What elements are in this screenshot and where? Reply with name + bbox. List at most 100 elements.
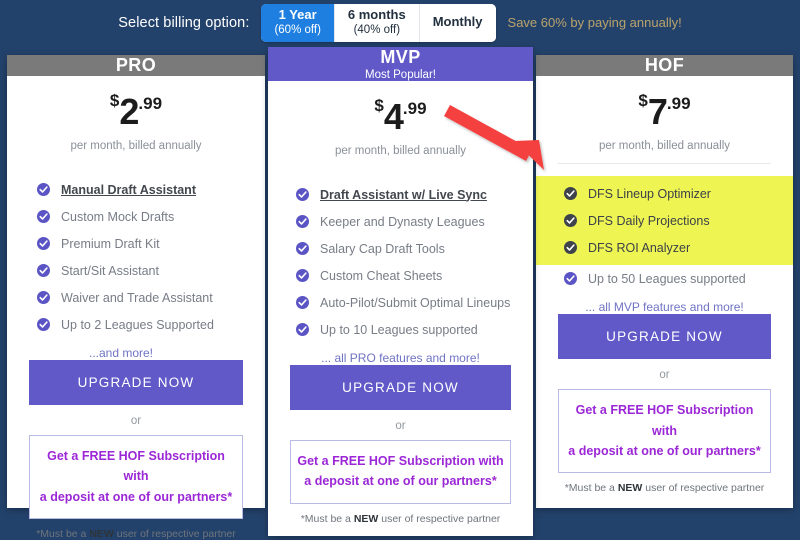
feature-item: DFS ROI Analyzer bbox=[536, 234, 793, 261]
billing-option-1-year[interactable]: 1 Year (60% off) bbox=[261, 3, 335, 42]
feature-item: Start/Sit Assistant bbox=[7, 257, 265, 284]
hof-price-currency: $ bbox=[638, 91, 648, 110]
billing-option-1-year-discount: (60% off) bbox=[274, 23, 321, 36]
feature-item: Up to 50 Leagues supported bbox=[536, 265, 793, 292]
feature-item: Up to 2 Leagues Supported bbox=[7, 311, 265, 338]
feature-item: Custom Cheat Sheets bbox=[268, 262, 533, 289]
hof-highlight-band: DFS Lineup Optimizer DFS Daily Projection… bbox=[536, 176, 793, 266]
free-offer-line-2: a deposit at one of our partners* bbox=[39, 489, 233, 504]
billing-option-bar: Select billing option: 1 Year (60% off) … bbox=[0, 0, 800, 45]
feature-item: DFS Lineup Optimizer bbox=[536, 180, 793, 207]
check-circle-icon bbox=[296, 323, 309, 336]
mvp-card-header: MVP Most Popular! bbox=[268, 47, 533, 81]
free-offer-line-1: Get a FREE HOF Subscription with bbox=[297, 454, 504, 468]
feature-label: Up to 2 Leagues Supported bbox=[61, 317, 214, 332]
billing-option-monthly[interactable]: Monthly bbox=[419, 3, 496, 42]
feature-item: Up to 10 Leagues supported bbox=[268, 316, 533, 343]
free-offer-line-1: Get a FREE HOF Subscription with bbox=[575, 403, 754, 438]
billing-toggle-group[interactable]: 1 Year (60% off) 6 months (40% off) Mont… bbox=[261, 3, 496, 42]
feature-label: Auto-Pilot/Submit Optimal Lineups bbox=[320, 295, 511, 310]
pro-plan-name: PRO bbox=[115, 55, 157, 75]
hof-price: $7.99 bbox=[536, 92, 793, 130]
pricing-card-pro[interactable]: PRO $2.99 per month, billed annually Manual… bbox=[7, 55, 265, 540]
billing-option-6-months-discount: (40% off) bbox=[353, 23, 401, 36]
pro-fine-print: *Must be a NEW user of respective partne… bbox=[29, 528, 243, 540]
billing-option-1-year-label: 1 Year bbox=[278, 7, 317, 23]
feature-label: Up to 50 Leagues supported bbox=[588, 271, 746, 286]
pro-price-subtitle: per month, billed annually bbox=[70, 140, 202, 152]
billing-label: Select billing option: bbox=[118, 14, 250, 31]
pro-cta-area: UPGRADE NOW or Get a FREE HOF Subscription… bbox=[7, 360, 265, 540]
pro-price-whole: 2 bbox=[119, 91, 139, 132]
hof-upgrade-now-button[interactable]: UPGRADE NOW bbox=[558, 314, 771, 360]
hof-feature-list: DFS Lineup Optimizer DFS Daily Projection… bbox=[536, 163, 793, 292]
feature-label: Custom Cheat Sheets bbox=[320, 268, 443, 283]
fine-print-post: user of respective partner bbox=[642, 482, 765, 494]
feature-label: DFS Daily Projections bbox=[588, 213, 710, 228]
check-circle-icon bbox=[37, 210, 50, 223]
free-offer-line-1: Get a FREE HOF Subscription with bbox=[47, 449, 225, 484]
hof-cta-area: UPGRADE NOW or Get a FREE HOF Subscription… bbox=[536, 314, 793, 508]
fine-print-pre: *Must be a bbox=[300, 512, 354, 525]
check-circle-icon bbox=[564, 241, 577, 255]
feature-label: Salary Cap Draft Tools bbox=[320, 241, 445, 256]
feature-label: Premium Draft Kit bbox=[61, 236, 160, 251]
pro-upgrade-now-button[interactable]: UPGRADE NOW bbox=[29, 360, 243, 405]
feature-item: Keeper and Dynasty Leagues bbox=[268, 208, 533, 235]
pro-price-block: $2.99 per month, billed annually bbox=[7, 76, 265, 152]
feature-item: Draft Assistant w/ Live Sync bbox=[268, 181, 533, 208]
pro-more-features-note: ...and more! bbox=[88, 346, 154, 360]
check-circle-icon bbox=[296, 215, 309, 228]
mvp-price-currency: $ bbox=[374, 96, 384, 115]
check-circle-icon bbox=[37, 183, 50, 196]
pro-price-currency: $ bbox=[109, 91, 120, 110]
hof-price-block: $7.99 per month, billed annually bbox=[536, 76, 793, 152]
billing-option-6-months-label: 6 months bbox=[347, 7, 406, 23]
check-circle-icon bbox=[37, 264, 50, 277]
check-circle-icon bbox=[564, 187, 577, 201]
mvp-free-hof-offer-link[interactable]: Get a FREE HOF Subscription with a deposi… bbox=[290, 440, 511, 504]
hof-price-cents: .99 bbox=[666, 94, 691, 113]
hof-price-whole: 7 bbox=[647, 91, 668, 132]
fine-print-emphasis: NEW bbox=[89, 527, 114, 540]
hof-price-subtitle: per month, billed annually bbox=[598, 140, 731, 152]
check-circle-icon bbox=[296, 296, 309, 309]
pro-price-cents: .99 bbox=[138, 94, 163, 113]
free-offer-line-2: a deposit at one of our partners* bbox=[568, 443, 761, 458]
feature-label: Manual Draft Assistant bbox=[61, 182, 196, 197]
feature-label: Up to 10 Leagues supported bbox=[320, 322, 478, 337]
billing-option-6-months[interactable]: 6 months (40% off) bbox=[334, 3, 420, 42]
mvp-price: $4.99 bbox=[268, 97, 533, 135]
mvp-more-features-note: ... all PRO features and more! bbox=[321, 351, 480, 365]
mvp-fine-print: *Must be a NEW user of respective partne… bbox=[290, 513, 511, 525]
free-offer-line-2: a deposit at one of our partners* bbox=[304, 474, 497, 489]
mvp-price-block: $4.99 per month, billed annually bbox=[268, 81, 533, 157]
hof-or-separator: or bbox=[659, 369, 670, 382]
billing-savings-note: Save 60% by paying annually! bbox=[507, 15, 682, 30]
feature-label: Start/Sit Assistant bbox=[61, 263, 159, 278]
check-circle-icon bbox=[564, 272, 577, 286]
hof-free-hof-offer-link[interactable]: Get a FREE HOF Subscription with a deposi… bbox=[558, 389, 771, 473]
mvp-price-whole: 4 bbox=[383, 96, 404, 137]
fine-print-emphasis: NEW bbox=[353, 512, 379, 525]
check-circle-icon bbox=[296, 188, 309, 201]
hof-card-header: HOF bbox=[536, 55, 793, 76]
mvp-feature-list: Draft Assistant w/ Live Sync Keeper and D… bbox=[268, 168, 533, 343]
fine-print-pre: *Must be a bbox=[564, 482, 618, 494]
feature-label: Waiver and Trade Assistant bbox=[61, 290, 213, 305]
check-circle-icon bbox=[37, 237, 50, 250]
mvp-price-cents: .99 bbox=[402, 99, 427, 118]
feature-item: Waiver and Trade Assistant bbox=[7, 284, 265, 311]
pro-or-separator: or bbox=[130, 415, 142, 427]
mvp-price-subtitle: per month, billed annually bbox=[334, 145, 467, 157]
mvp-cta-area: UPGRADE NOW or Get a FREE HOF Subscription… bbox=[268, 365, 533, 540]
feature-label: DFS Lineup Optimizer bbox=[588, 186, 711, 201]
fine-print-post: user of respective partner bbox=[113, 527, 236, 540]
pricing-card-mvp[interactable]: MVP Most Popular! $4.99 per month, billed a… bbox=[268, 47, 533, 536]
hof-fine-print: *Must be a NEW user of respective partne… bbox=[558, 482, 771, 494]
check-circle-icon bbox=[296, 242, 309, 255]
hof-plan-name: HOF bbox=[644, 55, 685, 75]
mvp-upgrade-now-button[interactable]: UPGRADE NOW bbox=[290, 365, 511, 410]
pricing-card-hof[interactable]: HOF $7.99 per month, billed annually DFS Li… bbox=[536, 55, 793, 508]
pro-free-hof-offer-link[interactable]: Get a FREE HOF Subscription with a deposi… bbox=[29, 435, 243, 519]
